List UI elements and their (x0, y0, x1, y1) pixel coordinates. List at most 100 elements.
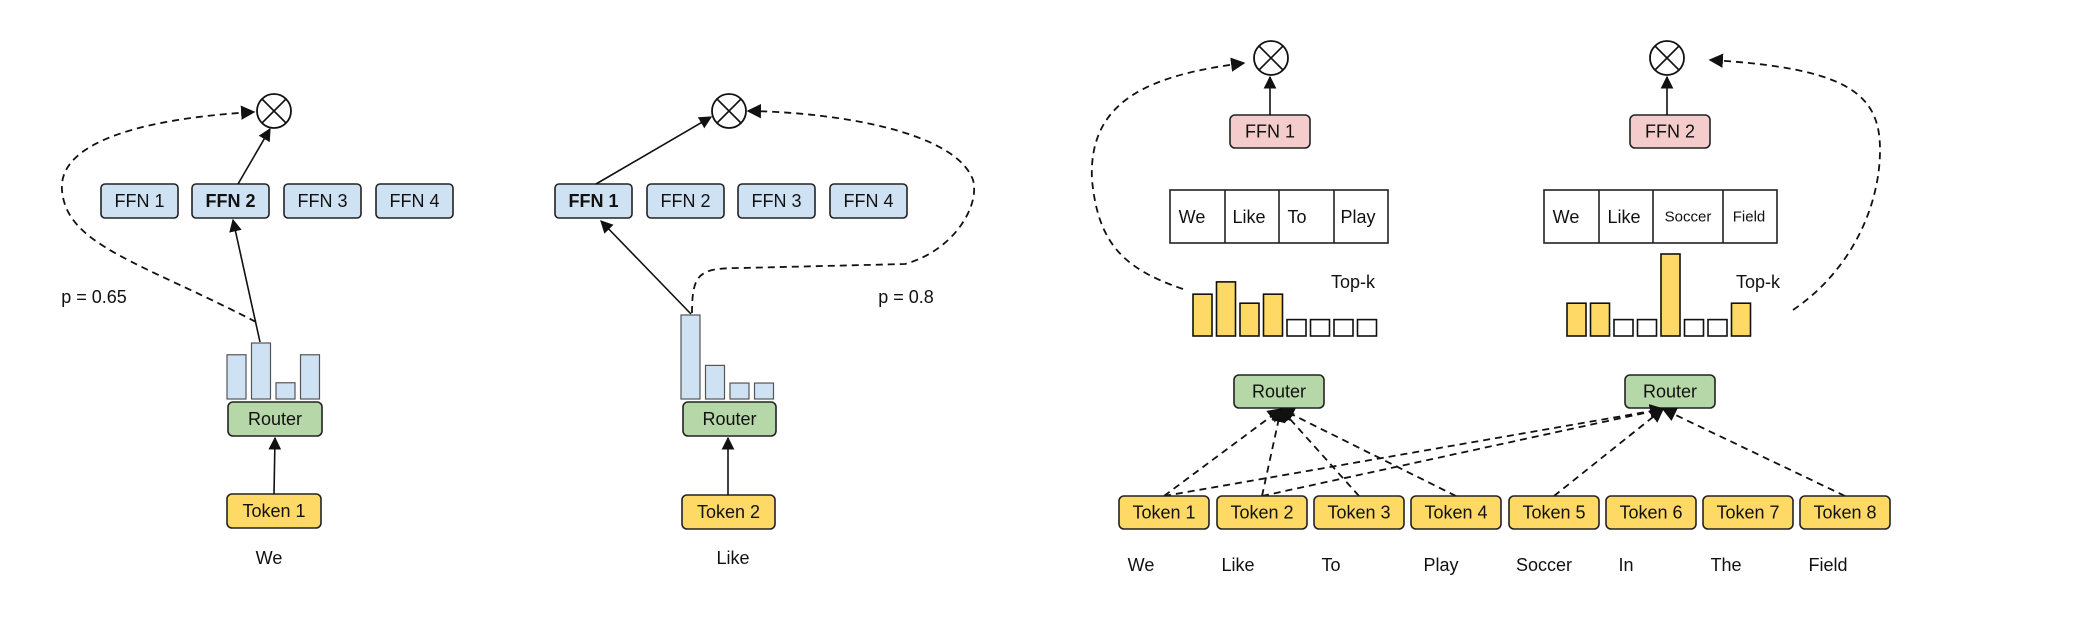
topk-selected-bar (1192, 293, 1213, 337)
topk-unselected-bar (1636, 318, 1658, 337)
token-to-router-arrow (1553, 408, 1665, 497)
router-box-ffn-1: Router (1233, 374, 1325, 409)
svg-text:FFN 1: FFN 1 (1245, 122, 1295, 142)
svg-text:We: We (1179, 207, 1206, 227)
svg-text:FFN 4: FFN 4 (389, 191, 439, 211)
token-box: Token 1 (226, 493, 322, 529)
token-to-router-arrow (1280, 407, 1360, 497)
token-choice-panel-1: FFN 1 FFN 2 FFN 3 FFN 4 Router Token 1 W… (61, 93, 454, 568)
token-label: Token 1 (1132, 503, 1195, 523)
combine-circle-icon (256, 93, 292, 129)
svg-text:Router: Router (1252, 382, 1306, 402)
svg-text:To: To (1287, 207, 1306, 227)
expert-ffn-3: FFN 3 (283, 183, 362, 219)
svg-text:FFN 2: FFN 2 (660, 191, 710, 211)
token-label: Token 6 (1619, 503, 1682, 523)
router-box: Router (227, 401, 323, 437)
token-label: Token 2 (1230, 503, 1293, 523)
router-score-bar (226, 354, 247, 400)
expert-to-combine-arrow (237, 127, 271, 185)
token-box: Token 2 (681, 494, 776, 530)
selected-tokens-table-ffn-1: We Like To Play (1169, 189, 1389, 244)
combine-circle-icon (1253, 40, 1289, 76)
token-word: Like (716, 548, 749, 568)
topk-unselected-bar (1309, 318, 1331, 337)
router-score-bar (299, 354, 321, 400)
token-to-router-arrow (1261, 404, 1665, 497)
token-to-router-arrow (268, 436, 282, 495)
token-label: Token 3 (1327, 503, 1390, 523)
token-word: We (256, 548, 283, 568)
svg-text:Soccer: Soccer (1665, 209, 1712, 226)
expert-ffn-2-selected: FFN 2 (191, 183, 270, 219)
token-word: We (1128, 555, 1155, 575)
token-box: Token 2 (1216, 495, 1308, 530)
token-box: Token 3 (1313, 495, 1405, 530)
topk-unselected-bar (1683, 318, 1705, 337)
topk-label: Top-k (1331, 272, 1376, 292)
topk-selected-bar (1566, 302, 1587, 337)
topk-unselected-bar (1613, 318, 1634, 337)
svg-text:We: We (1553, 207, 1580, 227)
router-score-bar (704, 364, 726, 400)
token-word: Field (1808, 555, 1847, 575)
probability-label: p = 0.65 (61, 287, 127, 307)
svg-text:Router: Router (1643, 382, 1697, 402)
probability-label: p = 0.8 (878, 287, 934, 307)
combine-circle-icon (1649, 40, 1685, 76)
token-to-router-arrows (1163, 404, 1846, 497)
expert-ffn-4: FFN 4 (375, 183, 454, 219)
token-box: Token 5 (1508, 495, 1600, 530)
router-score-bar (680, 314, 701, 400)
token-word: In (1618, 555, 1633, 575)
token-word: Soccer (1516, 555, 1572, 575)
token-box: Token 4 (1410, 495, 1502, 530)
token-label: Token 4 (1424, 503, 1487, 523)
svg-text:Token 2: Token 2 (697, 502, 760, 522)
svg-text:Router: Router (248, 409, 302, 429)
svg-text:Router: Router (702, 409, 756, 429)
router-box-ffn-2: Router (1624, 374, 1716, 409)
svg-text:FFN 1: FFN 1 (114, 191, 164, 211)
token-label: Token 7 (1716, 503, 1779, 523)
token-word: Play (1423, 555, 1458, 575)
token-word: To (1321, 555, 1340, 575)
expert-to-combine-arrow (595, 116, 713, 185)
topk-skip-arrow (1091, 57, 1246, 290)
token-label: Token 5 (1522, 503, 1585, 523)
expert-ffn-1: FFN 1 (100, 183, 179, 219)
expert-ffn-3: FFN 3 (737, 183, 816, 219)
svg-text:Field: Field (1733, 209, 1766, 226)
token-to-router-arrow (1661, 408, 1846, 497)
router-score-bar (753, 382, 775, 400)
router-to-expert-arrow (600, 220, 692, 315)
topk-selected-bar (1215, 281, 1237, 337)
router-box: Router (682, 401, 777, 437)
svg-text:Like: Like (1607, 207, 1640, 227)
svg-text:Token 1: Token 1 (242, 501, 305, 521)
selected-tokens-table-ffn-2: We Like Soccer Field (1543, 189, 1778, 244)
topk-selected-bar (1239, 302, 1260, 337)
expert-ffn-1: FFN 1 (1229, 114, 1311, 149)
token-box: Token 8 (1799, 495, 1891, 530)
svg-text:FFN 3: FFN 3 (297, 191, 347, 211)
token-box: Token 7 (1702, 495, 1794, 530)
router-score-bars (680, 314, 775, 400)
combine-circle-icon (711, 93, 747, 129)
svg-text:Like: Like (1232, 207, 1265, 227)
router-score-bars (226, 342, 321, 400)
token-row: Token 1 Token 2 Token 3 Token 4 Token 5 Token… (1118, 495, 1891, 575)
router-to-expert-arrow (229, 218, 261, 343)
expert-choice-panel: FFN 1 FFN 2 We Like To Play We Like Socc… (1091, 40, 1891, 575)
token-to-router-arrow (1279, 408, 1457, 497)
topk-selected-bar (1660, 253, 1681, 337)
token-word: The (1710, 555, 1741, 575)
moe-routing-diagram: FFN 1 FFN 2 FFN 3 FFN 4 Router Token 1 W… (61, 40, 1891, 575)
token-word: Like (1221, 555, 1254, 575)
topk-unselected-bar (1286, 318, 1307, 337)
expert-ffn-4: FFN 4 (829, 183, 908, 219)
topk-label: Top-k (1736, 272, 1781, 292)
router-score-bar (729, 382, 750, 400)
svg-text:FFN 3: FFN 3 (751, 191, 801, 211)
topk-selected-bar (1730, 302, 1752, 337)
